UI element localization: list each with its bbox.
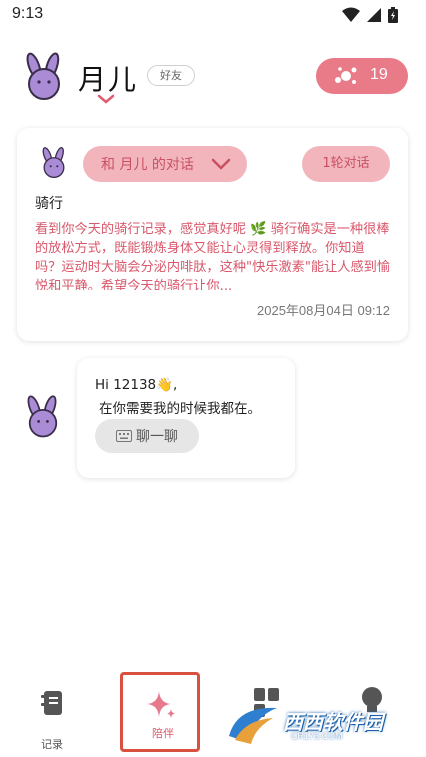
- chat-bubble: Hi 12138👋, 在你需要我的时候我都在。 聊一聊: [77, 358, 295, 478]
- chat-greeting: Hi 12138👋,: [95, 377, 178, 393]
- keyboard-icon: [116, 430, 132, 442]
- notebook-icon: [41, 691, 62, 715]
- wifi-icon: [342, 7, 360, 22]
- status-icons: [342, 7, 398, 23]
- conversation-selector[interactable]: 和 月儿 的对话: [83, 146, 247, 182]
- relation-badge: 好友: [147, 65, 195, 86]
- watermark: 西西软件园 CR173.COM: [225, 698, 415, 748]
- nav-item-records[interactable]: 记录: [12, 684, 92, 757]
- conversation-label: 和 月儿 的对话: [101, 157, 194, 173]
- status-bar: 9:13: [0, 0, 426, 30]
- conversation-card[interactable]: 和 月儿 的对话 1轮对话 骑行 看到你今天的骑行记录，感觉真好呢 🌿 骑行确实…: [17, 128, 408, 341]
- chevron-down-icon[interactable]: [97, 94, 115, 104]
- sparkle-count: 19: [370, 66, 388, 83]
- sparkle-icon: [147, 691, 175, 718]
- sparkle-count-button[interactable]: 19: [316, 58, 408, 94]
- battery-icon: [388, 7, 398, 23]
- card-title: 骑行: [35, 196, 63, 212]
- rounds-badge[interactable]: 1轮对话: [302, 146, 390, 182]
- chat-message: 在你需要我的时候我都在。: [99, 401, 261, 417]
- card-timestamp: 2025年08月04日 09:12: [257, 303, 390, 318]
- watermark-subtext: CR173.COM: [291, 731, 343, 741]
- nav-item-companion[interactable]: 陪伴: [120, 672, 200, 752]
- chevron-down-icon: [211, 158, 231, 170]
- bunny-chat-avatar-icon[interactable]: [20, 394, 66, 440]
- bunny-avatar-small-icon: [42, 147, 65, 179]
- contact-name: 月儿: [78, 63, 139, 96]
- bunny-avatar-icon[interactable]: [18, 52, 70, 102]
- watermark-logo-icon: [229, 707, 277, 744]
- chat-button-label: 聊一聊: [136, 429, 178, 445]
- nav-label-records: 记录: [41, 738, 63, 751]
- status-time: 9:13: [12, 5, 44, 22]
- signal-icon: [367, 8, 381, 22]
- sparkle-cluster-icon: [335, 67, 357, 84]
- nav-label-companion: 陪伴: [152, 727, 174, 740]
- chat-button[interactable]: 聊一聊: [95, 419, 199, 453]
- card-body-text: 看到你今天的骑行记录，感觉真好呢 🌿 骑行确实是一种很棒的放松方式，既能锻炼身体…: [35, 222, 391, 290]
